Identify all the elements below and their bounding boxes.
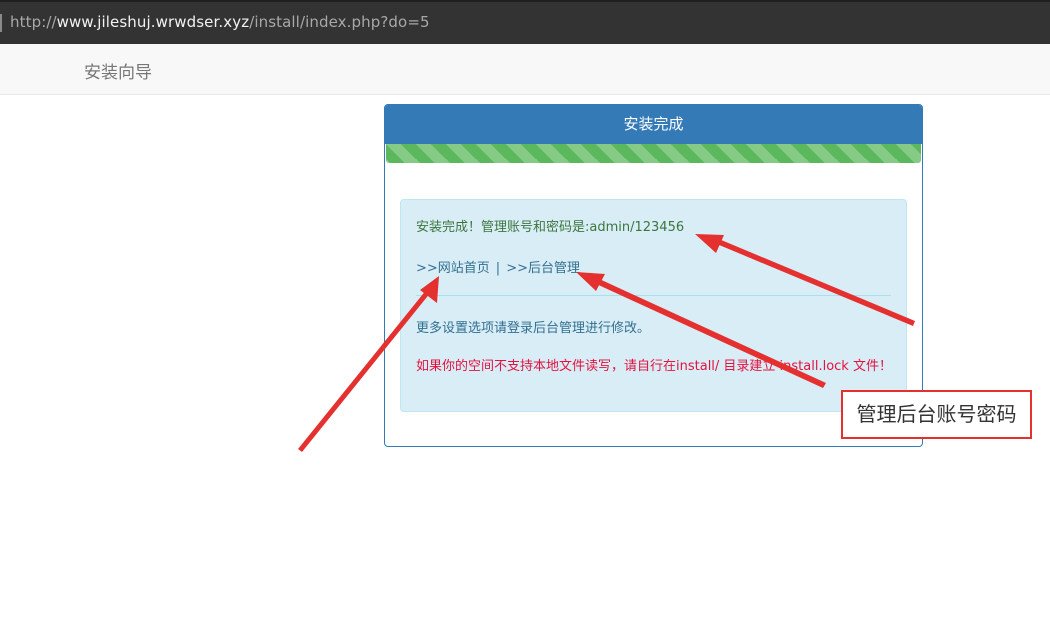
address-bar-edge (0, 14, 2, 32)
url-field[interactable]: http://www.jileshuj.wrwdser.xyz/install/… (10, 13, 430, 31)
progress-bar (386, 144, 921, 163)
link-separator: | (495, 261, 501, 276)
admin-link[interactable]: >>后台管理 (506, 261, 580, 276)
success-message: 安装完成！管理账号和密码是:admin/123456 (416, 220, 685, 235)
lock-file-warning: 如果你的空间不支持本地文件读写，请自行在install/ 目录建立 instal… (416, 359, 892, 374)
divider (416, 295, 891, 296)
info-alert: 安装完成！管理账号和密码是:admin/123456 >>网站首页 | >>后台管理… (400, 199, 907, 412)
callout-label: 管理后台账号密码 (841, 390, 1032, 439)
url-host: www.jileshuj.wrwdser.xyz (56, 13, 250, 31)
panel-title: 安装完成 (385, 105, 922, 144)
browser-address-bar: http://www.jileshuj.wrwdser.xyz/install/… (0, 0, 1050, 44)
navbar-brand[interactable]: 安装向导 (84, 58, 152, 83)
links-row: >>网站首页 | >>后台管理 (416, 257, 580, 276)
url-prefix: http:// (10, 13, 57, 31)
top-navbar: 安装向导 (0, 44, 1050, 95)
url-path: /install/index.php?do=5 (249, 13, 430, 31)
home-link[interactable]: >>网站首页 (416, 261, 490, 276)
settings-note: 更多设置选项请登录后台管理进行修改。 (416, 321, 651, 336)
